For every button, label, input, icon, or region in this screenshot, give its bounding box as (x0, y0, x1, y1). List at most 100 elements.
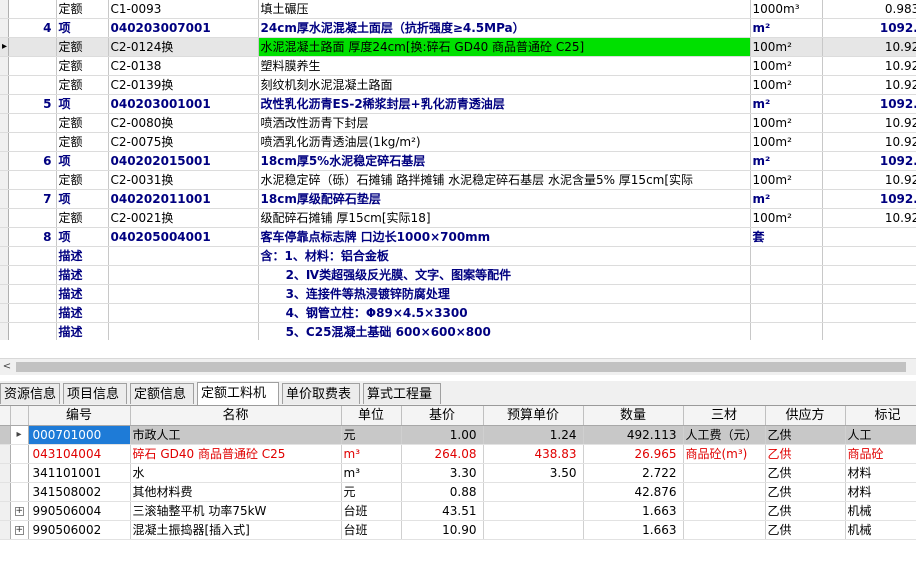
supplier[interactable]: 乙供 (765, 520, 846, 540)
row-marker[interactable] (0, 56, 9, 76)
plus-box-icon[interactable]: + (10, 501, 29, 521)
budget-price[interactable] (483, 482, 584, 502)
material-row[interactable]: +990506002 混凝土振捣器[插入式] 台班 10.90 1.663 乙供 机械 (0, 520, 916, 540)
expand-toggle[interactable]: + (14, 507, 24, 516)
material-name[interactable]: 混凝土振捣器[插入式] (130, 520, 342, 540)
row-marker[interactable] (0, 113, 9, 133)
quota-row[interactable]: 定额C2-0138塑料膜养生100m²10.9200 (0, 56, 916, 76)
material-quantity[interactable]: 1.663 (583, 501, 684, 521)
three-materials[interactable] (683, 463, 766, 483)
quota-row[interactable]: ▸ 定额 C2-0124换 水泥混凝土路面 厚度24cm[换:碎石 GD40 商品普通… (0, 37, 916, 57)
plus-box-icon[interactable]: + (10, 520, 29, 540)
bill-row[interactable]: 7项04020201100118cm厚级配碎石垫层m²1092.00 (0, 189, 916, 209)
material-name[interactable]: 水 (130, 463, 342, 483)
base-price[interactable]: 43.51 (401, 501, 484, 521)
material-name[interactable]: 碎石 GD40 商品普通砼 C25 (130, 444, 342, 464)
header-budget-price[interactable]: 预算单价 (483, 406, 584, 426)
row-marker[interactable] (0, 208, 9, 228)
row-marker[interactable] (0, 227, 9, 247)
row-marker[interactable] (0, 132, 9, 152)
quota-row[interactable]: 定额C2-0075换喷洒乳化沥青透油层(1kg/m²)100m²10.9200 (0, 132, 916, 152)
row-selector[interactable] (0, 501, 11, 521)
row-selector[interactable] (0, 463, 11, 483)
tab-quota-materials[interactable]: 定额工料机 (197, 382, 279, 405)
material-code[interactable]: 043104004 (28, 444, 131, 464)
row-marker[interactable] (0, 94, 9, 114)
material-unit[interactable]: m³ (341, 463, 402, 483)
three-materials[interactable] (683, 520, 766, 540)
base-price[interactable]: 264.08 (401, 444, 484, 464)
material-quantity[interactable]: 492.113 (583, 425, 684, 445)
material-row[interactable]: 043104004 碎石 GD40 商品普通砼 C25 m³ 264.08 438.83… (0, 444, 916, 464)
material-unit[interactable]: 台班 (341, 520, 402, 540)
three-materials[interactable]: 商品砼(m³) (683, 444, 766, 464)
row-marker[interactable] (0, 170, 9, 190)
tab-project-info[interactable]: 项目信息 (63, 383, 127, 404)
budget-price[interactable] (483, 501, 584, 521)
material-tag[interactable]: 机械 (845, 520, 916, 540)
tab-formula-quantity[interactable]: 算式工程量 (363, 383, 441, 404)
expand-toggle[interactable]: + (14, 526, 24, 535)
material-name[interactable]: 三滚轴整平机 功率75kW (130, 501, 342, 521)
description-row[interactable]: 描述 4、钢管立柱：Φ89×4.5×3300 (0, 303, 916, 323)
bill-row[interactable]: 6项04020201500118cm厚5%水泥稳定碎石基层m²1092.00 (0, 151, 916, 171)
material-name[interactable]: 其他材料费 (130, 482, 342, 502)
quota-row[interactable]: 定额C2-0021换级配碎石摊铺 厚15cm[实际18]100m²10.9200 (0, 208, 916, 228)
row-marker[interactable] (10, 444, 29, 464)
material-code[interactable]: 000701000 (28, 425, 131, 445)
triangle-right-icon[interactable]: ▸ (10, 425, 29, 445)
header-unit[interactable]: 单位 (341, 406, 402, 426)
material-unit[interactable]: 元 (341, 482, 402, 502)
base-price[interactable]: 3.30 (401, 463, 484, 483)
scrollbar-thumb[interactable] (16, 362, 906, 372)
quota-row[interactable]: 定额 C2-0031换 水泥稳定碎（砾）石摊铺 路拌摊铺 水泥稳定碎石基层 水泥含量… (0, 170, 916, 190)
header-supplier[interactable]: 供应方 (765, 406, 846, 426)
material-tag[interactable]: 材料 (845, 463, 916, 483)
base-price[interactable]: 1.00 (401, 425, 484, 445)
horizontal-scrollbar[interactable]: < (0, 358, 916, 375)
material-code[interactable]: 990506004 (28, 501, 131, 521)
material-row[interactable]: 341101001 水 m³ 3.30 3.50 2.722 乙供 材料 (0, 463, 916, 483)
supplier[interactable]: 乙供 (765, 444, 846, 464)
description-row[interactable]: 描述 2、Ⅳ类超强级反光膜、文字、图案等配件 (0, 265, 916, 285)
row-selector[interactable] (0, 425, 11, 445)
three-materials[interactable] (683, 482, 766, 502)
bill-grid[interactable]: 定额C1-0093填土碾压1000m³0.983004项040203007001… (0, 0, 916, 340)
row-marker[interactable] (0, 265, 9, 285)
row-selector[interactable] (0, 482, 11, 502)
header-code[interactable]: 编号 (28, 406, 131, 426)
row-selector[interactable] (0, 520, 11, 540)
row-marker[interactable] (0, 322, 9, 340)
header-name[interactable]: 名称 (130, 406, 342, 426)
material-row[interactable]: +990506004 三滚轴整平机 功率75kW 台班 43.51 1.663 乙供 机械 (0, 501, 916, 521)
material-quantity[interactable]: 1.663 (583, 520, 684, 540)
bill-row[interactable]: 8项040205004001客车停靠点标志牌 口边长1000×700mm套55 (0, 227, 916, 247)
header-tag[interactable]: 标记 (845, 406, 916, 426)
bill-row[interactable]: 4 项 040203007001 24cm厚水泥混凝土面层（抗折强度≥4.5MPa） m… (0, 18, 916, 38)
material-tag[interactable]: 人工 (845, 425, 916, 445)
tab-unit-price-fee[interactable]: 单价取费表 (282, 383, 360, 404)
bill-row[interactable]: 5 项 040203001001 改性乳化沥青ES-2稀浆封层+乳化沥青透油层 m² 10… (0, 94, 916, 114)
material-quantity[interactable]: 2.722 (583, 463, 684, 483)
row-marker[interactable]: ▸ (0, 37, 9, 57)
material-code[interactable]: 341508002 (28, 482, 131, 502)
row-marker[interactable] (0, 189, 9, 209)
supplier[interactable]: 乙供 (765, 463, 846, 483)
material-unit[interactable]: 台班 (341, 501, 402, 521)
supplier[interactable]: 乙供 (765, 482, 846, 502)
description-row[interactable]: 描述 含：1、材料：铝合金板 (0, 246, 916, 266)
quota-row[interactable]: 定额C2-0139换刻纹机刻水泥混凝土路面100m²10.9200 (0, 75, 916, 95)
row-marker[interactable] (0, 0, 9, 19)
header-quantity[interactable]: 数量 (583, 406, 684, 426)
material-row[interactable]: 341508002 其他材料费元 0.88 42.876 乙供 材料 (0, 482, 916, 502)
header-three-materials[interactable]: 三材 (683, 406, 766, 426)
row-marker[interactable] (0, 284, 9, 304)
row-marker[interactable] (0, 18, 9, 38)
description-row[interactable]: 描述 5、C25混凝土基础 600×600×800 (0, 322, 916, 340)
base-price[interactable]: 10.90 (401, 520, 484, 540)
tab-quota-info[interactable]: 定额信息 (130, 383, 194, 404)
material-quantity[interactable]: 42.876 (583, 482, 684, 502)
budget-price[interactable]: 3.50 (483, 463, 584, 483)
material-row[interactable]: ▸ 000701000 市政人工元 1.00 1.24 492.113 人工费（元） 乙供 人工 (0, 425, 916, 445)
material-quantity[interactable]: 26.965 (583, 444, 684, 464)
